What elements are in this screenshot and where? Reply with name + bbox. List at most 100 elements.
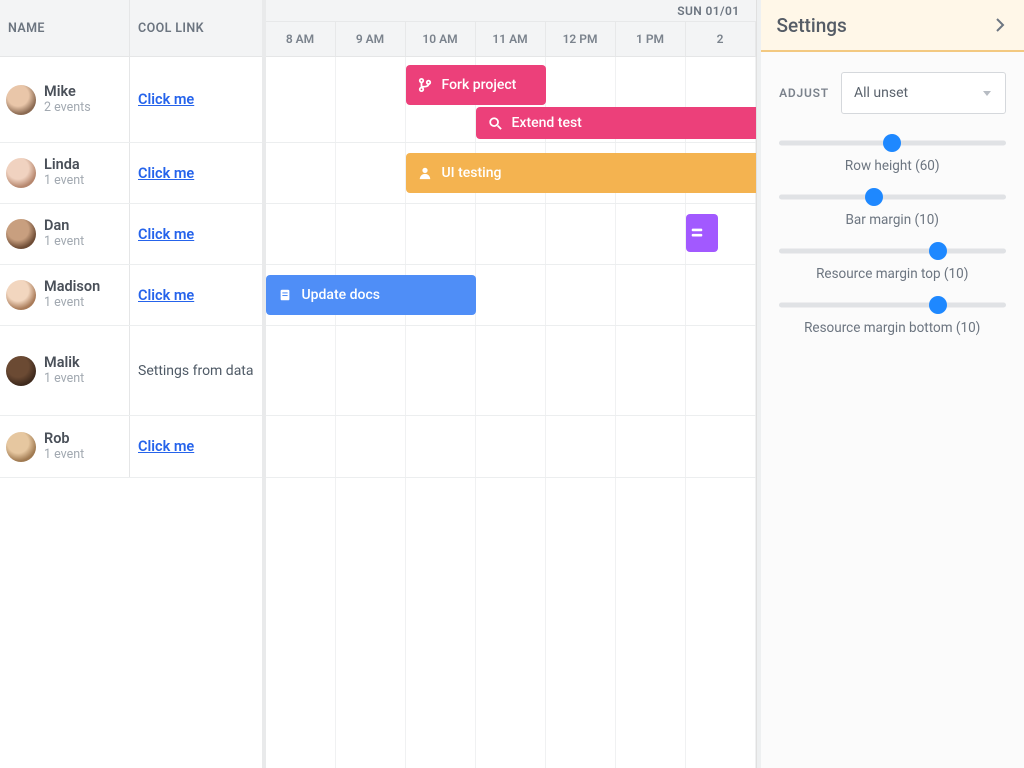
cool-link[interactable]: Click me bbox=[138, 438, 194, 455]
caret-down-icon bbox=[981, 87, 993, 99]
resource-name: Dan bbox=[44, 218, 84, 235]
resource-name: Rob bbox=[44, 431, 84, 448]
avatar bbox=[6, 85, 36, 115]
cool-link[interactable]: Click me bbox=[138, 226, 194, 243]
app-root: NAME COOL LINK Mike2 eventsClick meLinda… bbox=[0, 0, 1024, 768]
column-header-name[interactable]: NAME bbox=[0, 0, 130, 56]
cool-link-text: Settings from data bbox=[138, 363, 254, 379]
adjust-select[interactable]: All unset bbox=[841, 72, 1006, 114]
resource-link-cell: Click me bbox=[130, 57, 262, 142]
resource-row[interactable]: Dan1 event Click me bbox=[0, 204, 262, 265]
scheduler-event[interactable]: Update docs bbox=[266, 275, 476, 315]
resource-name-block: Malik1 event bbox=[44, 355, 84, 386]
resource-name-cell: Dan1 event bbox=[0, 204, 130, 264]
resource-name-block: Dan1 event bbox=[44, 218, 84, 249]
resource-name-cell: Rob1 event bbox=[0, 416, 130, 477]
scheduler-event[interactable] bbox=[686, 214, 718, 252]
resource-event-count: 2 events bbox=[44, 101, 91, 115]
adjust-row: ADJUST All unset bbox=[779, 72, 1006, 114]
resource-link-cell: Click me bbox=[130, 265, 262, 325]
settings-panel: Settings ADJUST All unset Ro bbox=[757, 0, 1024, 768]
resource-name: Linda bbox=[44, 157, 84, 174]
resource-name-cell: Malik1 event bbox=[0, 326, 130, 415]
resource-link-cell: Click me bbox=[130, 416, 262, 477]
slider-thumb[interactable] bbox=[929, 296, 947, 314]
hour-header-cell: 1 PM bbox=[616, 22, 686, 56]
settings-header[interactable]: Settings bbox=[761, 0, 1024, 52]
timeline-header: SUN 01/01 8 AM 9 AM 10 AM11 AM 12 PM 1 PM 2 bbox=[266, 0, 756, 57]
column-header-link[interactable]: COOL LINK bbox=[130, 0, 262, 56]
slider-group: Resource margin top (10) bbox=[779, 242, 1006, 282]
timeline-body[interactable]: Fork project Extend test UI testing Update … bbox=[266, 57, 756, 768]
slider[interactable] bbox=[779, 296, 1006, 314]
resource-row[interactable]: Malik1 event Settings from data bbox=[0, 326, 262, 416]
hour-header-cell: 12 PM bbox=[546, 22, 616, 56]
slider-label: Row height (60) bbox=[845, 158, 940, 174]
resource-grid: NAME COOL LINK Mike2 eventsClick meLinda… bbox=[0, 0, 266, 768]
resource-name-block: Rob1 event bbox=[44, 431, 84, 462]
adjust-select-value: All unset bbox=[854, 85, 908, 101]
cool-link[interactable]: Click me bbox=[138, 287, 194, 304]
user-icon bbox=[418, 166, 432, 180]
sliders-container: Row height (60) Bar margin (10) Resource m… bbox=[779, 128, 1006, 336]
timeline: SUN 01/01 8 AM 9 AM 10 AM11 AM 12 PM 1 PM 2 F… bbox=[266, 0, 756, 768]
resource-row[interactable]: Madison1 event Click me bbox=[0, 265, 262, 326]
timeline-row[interactable] bbox=[266, 204, 756, 265]
slider-track bbox=[779, 195, 1006, 200]
resource-link-cell: Click me bbox=[130, 204, 262, 264]
resource-event-count: 1 event bbox=[44, 448, 84, 462]
hour-header-cell: 10 AM bbox=[406, 22, 476, 56]
slider-label: Bar margin (10) bbox=[846, 212, 939, 228]
scheduler-event[interactable]: UI testing bbox=[406, 153, 756, 193]
resource-grid-header: NAME COOL LINK bbox=[0, 0, 262, 57]
avatar bbox=[6, 356, 36, 386]
hour-header-label: 1 PM bbox=[636, 32, 664, 46]
chevron-right-icon bbox=[992, 17, 1008, 33]
resource-event-count: 1 event bbox=[44, 372, 84, 386]
scheduler-event[interactable]: Extend test bbox=[476, 107, 756, 139]
event-label: Extend test bbox=[512, 115, 582, 131]
timeline-row[interactable] bbox=[266, 326, 756, 416]
resource-name-cell: Madison1 event bbox=[0, 265, 130, 325]
cool-link[interactable]: Click me bbox=[138, 165, 194, 182]
slider[interactable] bbox=[779, 242, 1006, 260]
resource-row[interactable]: Linda1 event Click me bbox=[0, 143, 262, 204]
slider-group: Resource margin bottom (10) bbox=[779, 296, 1006, 336]
adjust-label: ADJUST bbox=[779, 86, 829, 100]
slider-group: Bar margin (10) bbox=[779, 188, 1006, 228]
slider-thumb[interactable] bbox=[929, 242, 947, 260]
slider[interactable] bbox=[779, 188, 1006, 206]
avatar bbox=[6, 280, 36, 310]
avatar bbox=[6, 158, 36, 188]
column-header-link-label: COOL LINK bbox=[138, 21, 204, 36]
slider[interactable] bbox=[779, 134, 1006, 152]
avatar bbox=[6, 432, 36, 462]
hour-header-label: 9 AM bbox=[356, 32, 384, 46]
cool-link[interactable]: Click me bbox=[138, 91, 194, 108]
resource-name: Malik bbox=[44, 355, 84, 372]
day-header-label: SUN 01/01 bbox=[677, 4, 739, 18]
hour-header-label: 12 PM bbox=[563, 32, 598, 46]
hour-header-cell: 11 AM bbox=[476, 22, 546, 56]
hour-header-row: 8 AM 9 AM 10 AM11 AM 12 PM 1 PM 2 bbox=[266, 22, 756, 56]
resource-event-count: 1 event bbox=[44, 174, 84, 188]
avatar bbox=[6, 219, 36, 249]
resource-link-cell: Click me bbox=[130, 143, 262, 203]
document-icon bbox=[278, 288, 292, 302]
resource-row[interactable]: Rob1 event Click me bbox=[0, 416, 262, 478]
resource-name-block: Madison1 event bbox=[44, 279, 100, 310]
hour-header-cell: 2 bbox=[686, 22, 756, 56]
slider-track bbox=[779, 249, 1006, 254]
day-header: SUN 01/01 bbox=[266, 0, 756, 22]
slider-thumb[interactable] bbox=[883, 134, 901, 152]
resource-name: Mike bbox=[44, 84, 91, 101]
resource-grid-body: Mike2 eventsClick meLinda1 eventClick me… bbox=[0, 57, 262, 768]
resource-name: Madison bbox=[44, 279, 100, 296]
scheduler-event[interactable]: Fork project bbox=[406, 65, 546, 105]
slider-thumb[interactable] bbox=[865, 188, 883, 206]
event-label: Fork project bbox=[442, 77, 517, 93]
hour-header-cell: 8 AM bbox=[266, 22, 336, 56]
resource-row[interactable]: Mike2 events Click me bbox=[0, 57, 262, 143]
timeline-row[interactable] bbox=[266, 416, 756, 478]
resource-name-cell: Linda1 event bbox=[0, 143, 130, 203]
